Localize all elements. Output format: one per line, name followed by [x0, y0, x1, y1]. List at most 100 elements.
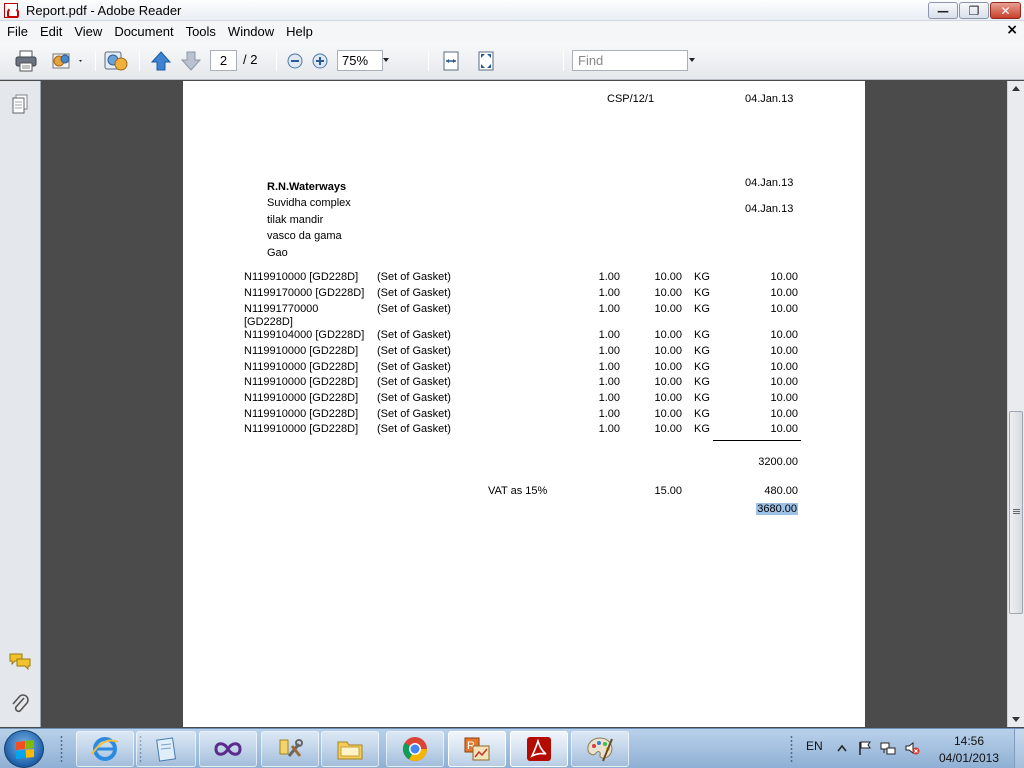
- document-view[interactable]: CSP/12/1 04.Jan.13 R.N.Waterways Suvidha…: [42, 81, 1006, 727]
- item-quantity: 1.00: [598, 287, 620, 299]
- restore-button[interactable]: ❐: [959, 2, 989, 19]
- taskbar-internet-explorer[interactable]: [76, 731, 134, 767]
- menu-window[interactable]: Window: [222, 24, 280, 39]
- page-thumbnails-button[interactable]: [9, 93, 31, 115]
- fit-width-button[interactable]: [439, 49, 463, 73]
- share-menu-button[interactable]: [49, 49, 87, 73]
- item-description: (Set of Gasket): [377, 303, 451, 315]
- toolbar: 2 / 2 75% Find: [0, 42, 1024, 80]
- chevron-down-icon[interactable]: [383, 58, 389, 62]
- item-description: (Set of Gasket): [377, 376, 451, 388]
- fit-page-button[interactable]: [474, 49, 498, 73]
- item-code: N119910000 [GD228D]: [244, 408, 359, 420]
- item-rate: 10.00: [654, 345, 682, 357]
- item-quantity: 1.00: [598, 345, 620, 357]
- item-quantity: 1.00: [598, 303, 620, 315]
- menu-document[interactable]: Document: [108, 24, 179, 39]
- page-number-input[interactable]: 2: [210, 50, 237, 71]
- minimize-button[interactable]: —: [928, 2, 958, 19]
- menu-help[interactable]: Help: [280, 24, 319, 39]
- item-rate: 10.00: [654, 408, 682, 420]
- zoom-level-select[interactable]: 75%: [337, 50, 383, 71]
- zoom-in-button[interactable]: [310, 49, 330, 73]
- attachments-button[interactable]: [9, 693, 31, 715]
- comments-button[interactable]: [9, 650, 31, 672]
- show-hidden-icons-button[interactable]: [834, 740, 850, 756]
- menu-tools[interactable]: Tools: [180, 24, 222, 39]
- address-line: Suvidha complex: [267, 197, 351, 209]
- item-rate: 10.00: [654, 361, 682, 373]
- internet-explorer-icon: [91, 737, 119, 761]
- next-page-button[interactable]: [178, 49, 204, 73]
- close-button[interactable]: ✕: [990, 2, 1021, 19]
- printer-icon: [15, 50, 37, 72]
- chevron-up-icon: [837, 744, 847, 752]
- previous-page-button[interactable]: [148, 49, 174, 73]
- fit-width-icon: [443, 51, 459, 71]
- item-description: (Set of Gasket): [377, 408, 451, 420]
- collaborate-icon: [104, 51, 128, 71]
- item-quantity: 1.00: [598, 423, 620, 435]
- menu-file[interactable]: File: [0, 24, 34, 39]
- taskbar-visual-studio[interactable]: [199, 731, 257, 767]
- paperclip-icon: [12, 694, 29, 713]
- document-close-button[interactable]: ×: [1006, 22, 1018, 38]
- taskbar-report-viewer[interactable]: R: [448, 731, 506, 767]
- find-input[interactable]: Find: [572, 50, 688, 71]
- item-quantity: 1.00: [598, 361, 620, 373]
- arrow-up-icon: [150, 51, 172, 71]
- zoom-out-icon: [287, 53, 303, 69]
- paint-palette-icon: [587, 737, 613, 762]
- zoom-out-button[interactable]: [285, 49, 305, 73]
- item-description: (Set of Gasket): [377, 345, 451, 357]
- clock-date[interactable]: 04/01/2013: [930, 751, 1008, 765]
- language-indicator[interactable]: EN: [806, 739, 823, 753]
- item-amount: 10.00: [770, 361, 798, 373]
- scrollbar-thumb[interactable]: [1009, 411, 1023, 614]
- item-code: N119910000 [GD228D]: [244, 361, 359, 373]
- title-bar: Report.pdf - Adobe Reader — ❐ ✕: [0, 0, 1024, 21]
- item-rate: 10.00: [654, 303, 682, 315]
- taskbar-paint[interactable]: [571, 731, 629, 767]
- taskbar-adobe-reader[interactable]: [510, 731, 568, 767]
- address-line: tilak mandir: [267, 214, 324, 226]
- item-code: N119910000 [GD228D]: [244, 271, 359, 283]
- create-pdf-button[interactable]: [102, 49, 130, 73]
- scroll-up-icon[interactable]: [1012, 86, 1020, 91]
- scroll-down-icon[interactable]: [1012, 717, 1020, 722]
- item-description: (Set of Gasket): [377, 392, 451, 404]
- adobe-reader-icon: [527, 737, 551, 761]
- menu-edit[interactable]: Edit: [34, 24, 68, 39]
- item-amount: 10.00: [770, 392, 798, 404]
- item-unit: KG: [694, 287, 710, 299]
- find-options-icon[interactable]: [689, 58, 695, 62]
- taskbar: R EN 14:56 04/01/2013: [0, 728, 1024, 768]
- delivery-date: 04.Jan.13: [745, 203, 794, 215]
- item-amount: 10.00: [770, 408, 798, 420]
- show-desktop-button[interactable]: [1014, 729, 1024, 768]
- invoice-date: 04.Jan.13: [745, 93, 794, 105]
- item-code: N1199170000 [GD228D]: [244, 287, 365, 299]
- grand-total[interactable]: 3680.00: [739, 503, 798, 515]
- item-quantity: 1.00: [598, 408, 620, 420]
- clock-time[interactable]: 14:56: [930, 734, 1008, 748]
- order-date: 04.Jan.13: [745, 177, 794, 189]
- chrome-icon: [402, 737, 427, 762]
- taskbar-explorer[interactable]: [321, 731, 379, 767]
- taskbar-notepad[interactable]: [136, 731, 196, 767]
- taskbar-chrome[interactable]: [386, 731, 444, 767]
- print-button[interactable]: [12, 49, 40, 73]
- item-amount: 10.00: [770, 329, 798, 341]
- item-code: N1199104000 [GD228D]: [244, 329, 365, 341]
- item-code: N119910000 [GD228D]: [244, 345, 359, 357]
- network-button[interactable]: [880, 740, 896, 756]
- menu-view[interactable]: View: [68, 24, 108, 39]
- grand-total-highlight[interactable]: 3680.00: [756, 503, 798, 515]
- start-button[interactable]: [4, 730, 44, 768]
- item-description: (Set of Gasket): [377, 287, 451, 299]
- vertical-scrollbar[interactable]: [1007, 81, 1024, 727]
- action-center-button[interactable]: [857, 740, 873, 756]
- item-code-suffix: [GD228D]: [244, 316, 293, 328]
- volume-button[interactable]: [904, 740, 920, 756]
- taskbar-tools[interactable]: [261, 731, 319, 767]
